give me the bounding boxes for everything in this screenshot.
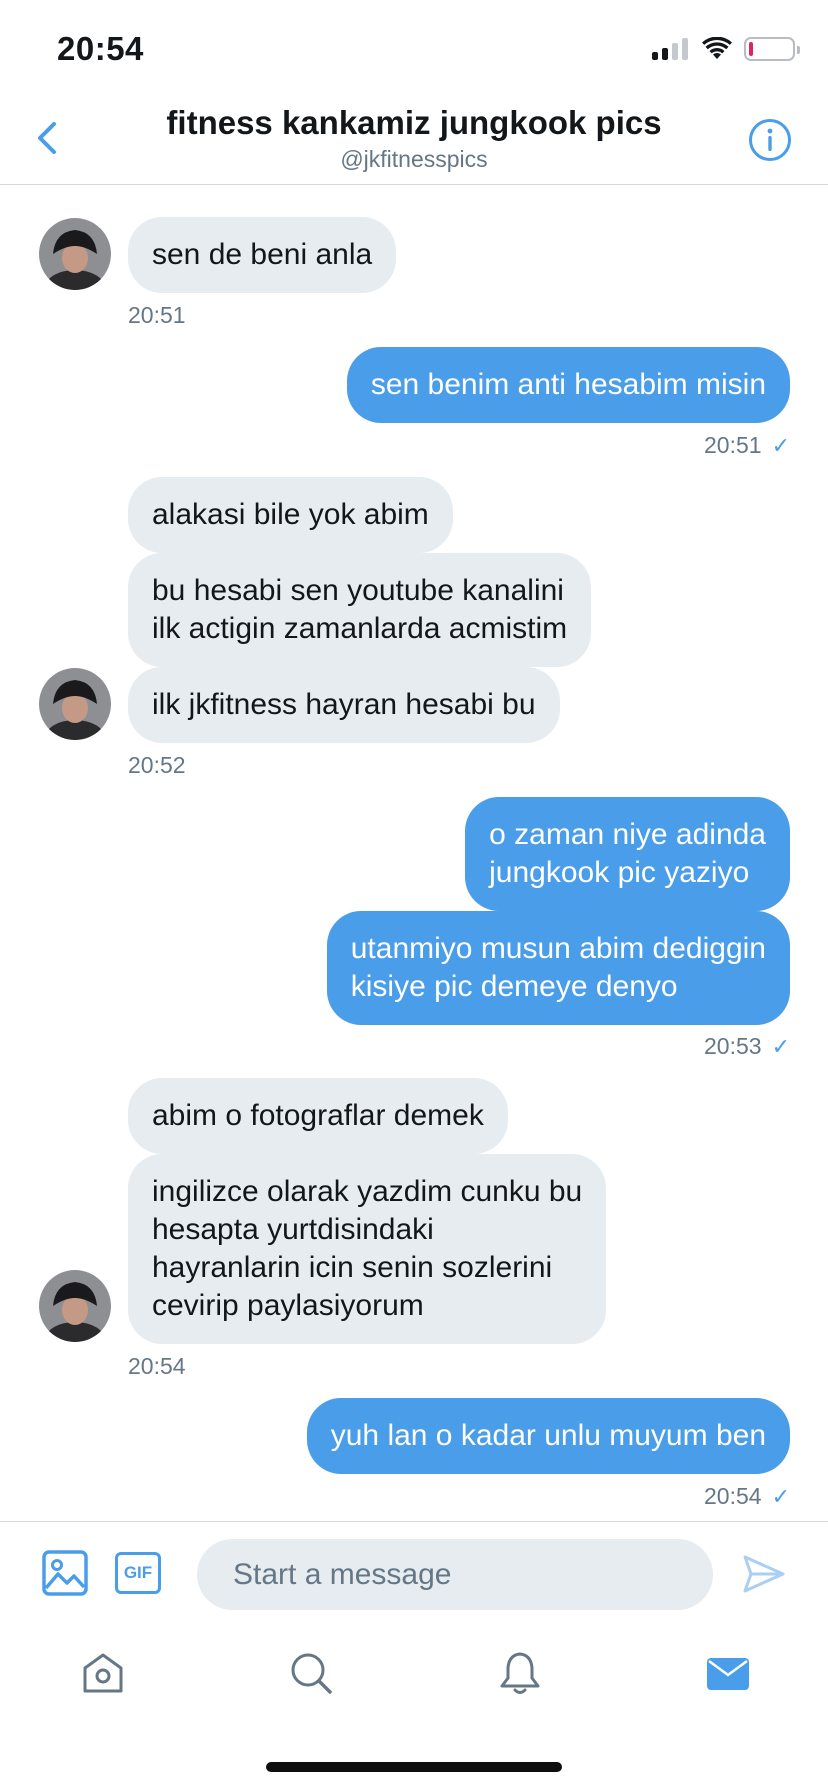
avatar[interactable] — [39, 218, 111, 290]
message-list: sen de beni anla 20:51 sen benim anti he… — [0, 186, 828, 1521]
bottom-tab-bar — [0, 1625, 828, 1745]
home-icon[interactable] — [80, 1650, 126, 1696]
avatar-image — [39, 1270, 111, 1342]
check-icon: ✓ — [771, 1483, 790, 1509]
message-timestamp: 20:54 ✓ — [704, 1483, 790, 1510]
avatar-image — [39, 668, 111, 740]
message-timestamp: 20:53 ✓ — [704, 1033, 790, 1060]
message-bubble[interactable]: ingilizce olarak yazdim cunku bu hesapta… — [128, 1154, 607, 1344]
battery-icon — [744, 37, 800, 61]
image-icon[interactable] — [42, 1550, 88, 1596]
status-time: 20:54 — [57, 30, 144, 67]
avatar[interactable] — [39, 668, 111, 740]
signal-icon — [652, 38, 688, 60]
timestamp-text: 20:51 — [704, 432, 762, 458]
message-timestamp: 20:54 — [128, 1353, 186, 1379]
message-timestamp: 20:52 — [128, 752, 186, 778]
message-bubble[interactable]: sen de beni anla — [128, 217, 397, 293]
message-bubble[interactable]: abim o fotograflar demek — [128, 1078, 508, 1154]
status-icons — [652, 36, 800, 62]
message-composer: GIF — [0, 1521, 828, 1625]
conversation-title: fitness kankamiz jungkook pics — [166, 104, 662, 141]
check-icon: ✓ — [771, 432, 790, 458]
bell-icon[interactable] — [497, 1650, 543, 1696]
message-bubble[interactable]: bu hesabi sen youtube kanalini ilk actig… — [128, 553, 592, 667]
info-button[interactable] — [748, 118, 792, 162]
search-icon[interactable] — [288, 1650, 334, 1696]
avatar-image — [39, 218, 111, 290]
mail-icon[interactable] — [705, 1650, 751, 1696]
conversation-header: fitness kankamiz jungkook pics @jkfitnes… — [0, 92, 828, 185]
wifi-icon — [702, 37, 732, 59]
home-indicator[interactable] — [266, 1762, 562, 1772]
send-icon[interactable] — [742, 1554, 786, 1594]
message-bubble[interactable]: alakasi bile yok abim — [128, 477, 453, 553]
avatar[interactable] — [39, 1270, 111, 1342]
timestamp-text: 20:53 — [704, 1033, 762, 1059]
message-input[interactable] — [197, 1539, 713, 1610]
message-bubble[interactable]: utanmiyo musun abim dediggin kisiye pic … — [326, 911, 790, 1025]
message-bubble[interactable]: yuh lan o kadar unlu muyum ben — [306, 1398, 790, 1474]
message-bubble[interactable]: ilk jkfitness hayran hesabi bu — [128, 667, 560, 743]
message-timestamp: 20:51 — [128, 302, 186, 328]
message-bubble[interactable]: o zaman niye adinda jungkook pic yaziyo — [465, 797, 790, 911]
gif-button[interactable]: GIF — [115, 1552, 161, 1594]
message-bubble[interactable]: sen benim anti hesabim misin — [346, 347, 790, 423]
timestamp-text: 20:54 — [704, 1483, 762, 1509]
message-timestamp: 20:51 ✓ — [704, 432, 790, 459]
status-bar: 20:54 — [0, 0, 828, 92]
conversation-handle: @jkfitnesspics — [340, 146, 488, 172]
check-icon: ✓ — [771, 1033, 790, 1059]
